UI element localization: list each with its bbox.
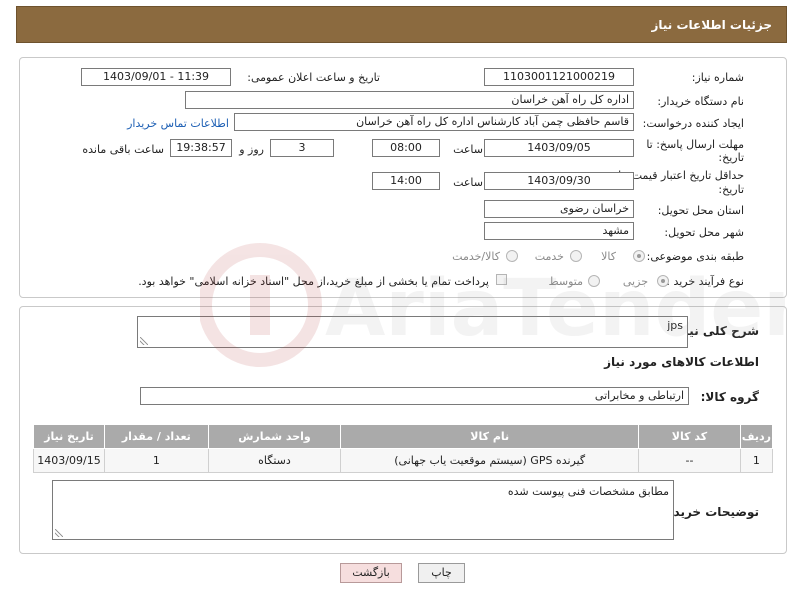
resize-grip-icon[interactable] [140, 337, 148, 345]
print-button[interactable]: چاپ [418, 563, 465, 583]
days-label: روز و [239, 143, 264, 156]
category-both-label: کالا/خدمت [452, 250, 500, 263]
process-minor-radio[interactable] [657, 275, 669, 287]
city-field: مشهد [484, 222, 634, 240]
remaining-label: ساعت باقی مانده [82, 143, 164, 156]
goods-group-field: ارتباطی و مخابراتی [140, 387, 689, 405]
category-label: طبقه بندی موضوعی: [646, 250, 744, 263]
validity-time-label: ساعت [453, 176, 483, 189]
page-title: جزئیات اطلاعات نیاز [651, 18, 772, 32]
days-field: 3 [270, 139, 334, 157]
cell-item-code: -- [638, 448, 741, 473]
treasury-payment-note: پرداخت تمام یا بخشی از مبلغ خرید،از محل … [138, 275, 489, 288]
items-table: ردیف کد کالا نام کالا واحد شمارش تعداد /… [33, 424, 774, 473]
province-label: استان محل تحویل: [657, 204, 744, 217]
col-row-number: ردیف [739, 424, 774, 449]
announce-field: 1403/09/01 - 11:39 [81, 68, 231, 86]
buyer-org-label: نام دستگاه خریدار: [657, 95, 744, 108]
announce-label: تاریخ و ساعت اعلان عمومی: [247, 71, 380, 84]
creator-field: قاسم حافظی چمن آباد کارشناس اداره کل راه… [234, 113, 634, 131]
process-medium-radio[interactable] [588, 275, 600, 287]
back-button[interactable]: بازگشت [340, 563, 402, 583]
city-label: شهر محل تحویل: [664, 226, 744, 239]
validity-date-label: تاریخ: [718, 183, 744, 196]
remaining-time-field: 19:38:57 [170, 139, 232, 157]
buyer-notes-value: مطابق مشخصات فنی پیوست شده [507, 485, 669, 498]
validity-time-field: 14:00 [372, 172, 440, 190]
deadline-date-label: تاریخ: [718, 151, 744, 164]
page-header: جزئیات اطلاعات نیاز [16, 6, 787, 43]
col-unit: واحد شمارش [207, 424, 342, 449]
need-number-field: 1103001121000219 [484, 68, 634, 86]
creator-label: ایجاد کننده درخواست: [642, 117, 744, 130]
process-minor-label: جزیی [622, 275, 648, 288]
buyer-contact-link[interactable]: اطلاعات تماس خریدار [127, 117, 229, 130]
category-service-radio[interactable] [570, 250, 582, 262]
table-row: 1 -- گیرنده GPS (سیستم موقعیت یاب جهانی)… [33, 448, 774, 473]
col-need-date: تاریخ نیاز [33, 424, 105, 449]
process-medium-label: متوسط [548, 275, 583, 288]
cell-quantity: 1 [104, 448, 209, 473]
process-label: نوع فرآیند خرید : [666, 275, 744, 288]
col-quantity: تعداد / مقدار [104, 424, 209, 449]
validity-label: حداقل تاریخ اعتبار قیمت: تا [618, 169, 744, 182]
need-number-label: شماره نیاز: [691, 71, 744, 84]
treasury-payment-checkbox[interactable] [496, 274, 507, 285]
deadline-date-field: 1403/09/05 [484, 139, 634, 157]
buyer-org-field: اداره کل راه آهن خراسان [185, 91, 634, 109]
buyer-notes-textarea[interactable]: مطابق مشخصات فنی پیوست شده [52, 480, 674, 540]
goods-group-label: گروه کالا: [700, 390, 759, 404]
description-textarea[interactable]: jps [137, 316, 688, 348]
deadline-time-label: ساعت [453, 143, 483, 156]
items-section-title: اطلاعات کالاهای مورد نیاز [604, 355, 759, 369]
category-both-radio[interactable] [506, 250, 518, 262]
cell-item-name: گیرنده GPS (سیستم موقعیت یاب جهانی) [340, 448, 640, 473]
col-item-code: کد کالا [638, 424, 741, 449]
items-table-header: ردیف کد کالا نام کالا واحد شمارش تعداد /… [33, 424, 774, 449]
cell-unit: دستگاه [207, 448, 342, 473]
col-item-name: نام کالا [340, 424, 640, 449]
deadline-label: مهلت ارسال پاسخ: تا [646, 138, 744, 151]
cell-row-number: 1 [739, 448, 774, 473]
cell-need-date: 1403/09/15 [33, 448, 105, 473]
category-goods-radio[interactable] [633, 250, 645, 262]
category-service-label: خدمت [534, 250, 564, 263]
category-goods-label: کالا [601, 250, 616, 263]
resize-grip-icon[interactable] [55, 529, 63, 537]
deadline-time-field: 08:00 [372, 139, 440, 157]
validity-date-field: 1403/09/30 [484, 172, 634, 190]
description-value: jps [667, 319, 683, 332]
province-field: خراسان رضوی [484, 200, 634, 218]
